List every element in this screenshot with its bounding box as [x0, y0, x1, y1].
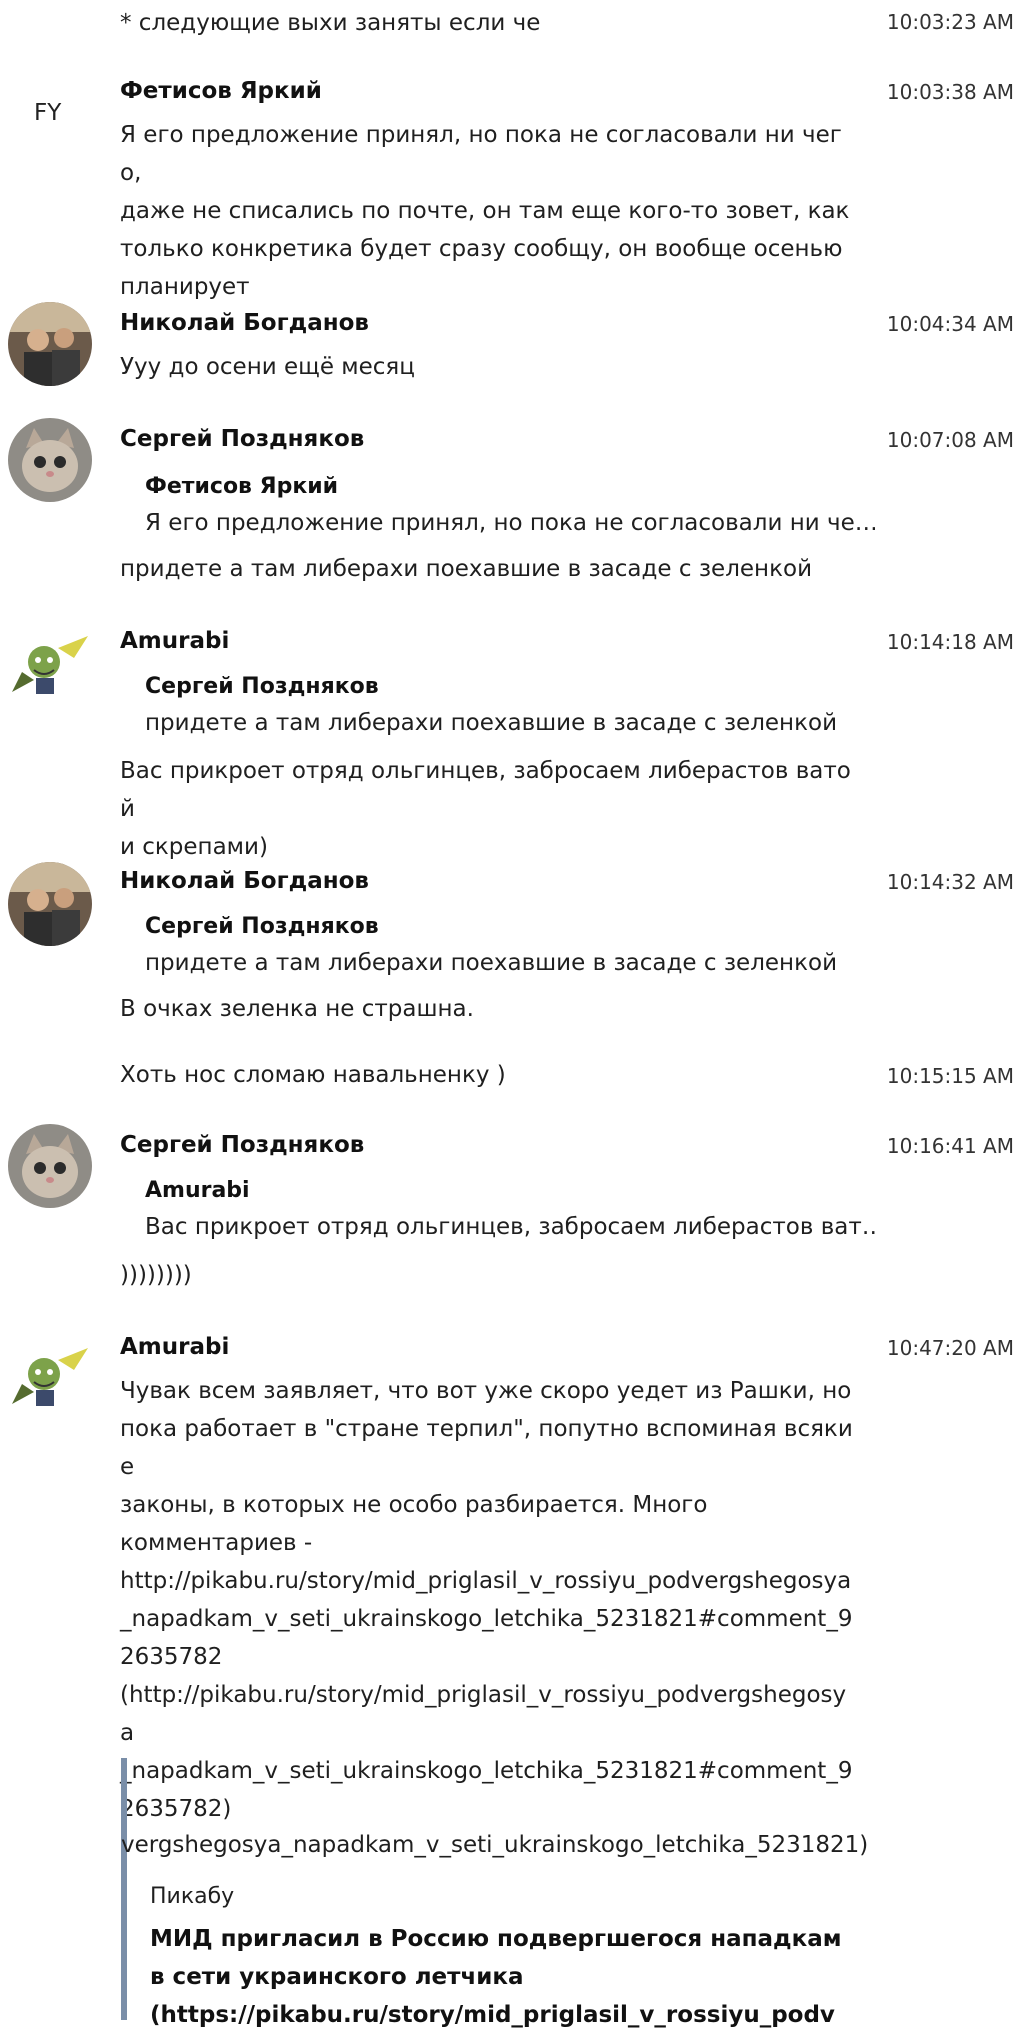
embed-accent-bar: [121, 1758, 127, 2020]
author-name[interactable]: Amurabi: [120, 628, 229, 654]
avatar[interactable]: [8, 622, 92, 706]
author-name[interactable]: Сергей Поздняков: [120, 1132, 364, 1158]
quote-text: придете а там либерахи поехавшие в засад…: [145, 950, 838, 976]
avatar[interactable]: [8, 418, 92, 502]
author-name[interactable]: Сергей Поздняков: [120, 426, 364, 452]
author-name[interactable]: Николай Богданов: [120, 868, 369, 894]
character-icon: [8, 622, 92, 706]
cat-icon: [8, 1124, 92, 1208]
message-text: Ууу до осени ещё месяц: [120, 354, 415, 380]
embed-clipped-url[interactable]: vergshegosya_napadkam_v_seti_ukrainskogo…: [121, 1832, 868, 1858]
message-text: * следующие выхи заняты если че: [120, 10, 541, 36]
message-text: )))))))): [120, 1262, 192, 1288]
message-time: 10:07:08 AM: [886, 428, 1014, 452]
author-name[interactable]: Николай Богданов: [120, 310, 369, 336]
photo-icon: [8, 302, 92, 386]
cat-icon: [8, 418, 92, 502]
quote-author: Amurabi: [145, 1178, 250, 1203]
avatar[interactable]: [8, 1334, 92, 1418]
author-name[interactable]: Amurabi: [120, 1334, 229, 1360]
message-time: 10:16:41 AM: [886, 1134, 1014, 1158]
author-name[interactable]: Фетисов Яркий: [120, 78, 322, 104]
avatar[interactable]: [8, 862, 92, 946]
quote-text: придете а там либерахи поехавшие в засад…: [145, 710, 838, 736]
avatar[interactable]: [8, 302, 92, 386]
quote-text: Я его предложение принял, но пока не сог…: [145, 510, 875, 536]
quote-text: Вас прикроет отряд ольгинцев, забросаем …: [145, 1214, 875, 1240]
quote-author: Фетисов Яркий: [145, 474, 339, 499]
avatar[interactable]: FY: [34, 100, 61, 126]
quote-author: Сергей Поздняков: [145, 674, 379, 699]
message-text: Хоть нос сломаю навальненку ): [120, 1062, 506, 1088]
message-time: 10:14:32 AM: [886, 870, 1014, 894]
message-time: 10:04:34 AM: [886, 312, 1014, 336]
message-time: 10:15:15 AM: [886, 1064, 1014, 1088]
embed-title-link[interactable]: МИД пригласил в Россию подвергшегося нап…: [150, 1920, 1018, 2034]
message-time: 10:03:38 AM: [886, 80, 1014, 104]
message-text: Я его предложение принял, но пока не сог…: [120, 122, 850, 300]
message-time: 10:03:23 AM: [886, 10, 1014, 34]
character-icon: [8, 1334, 92, 1418]
message-time: 10:14:18 AM: [886, 630, 1014, 654]
embed-clipped-link[interactable]: vergshegosya_napadkam_v_seti_ukrainskogo…: [121, 1832, 901, 1872]
embed-site-name: Пикабу: [150, 1884, 235, 1909]
photo-icon: [8, 862, 92, 946]
message-text: В очках зеленка не страшна.: [120, 996, 474, 1022]
message-text: Чувак всем заявляет, что вот уже скоро у…: [120, 1378, 853, 1822]
quote-author: Сергей Поздняков: [145, 914, 379, 939]
message-text: придете а там либерахи поехавшие в засад…: [120, 556, 813, 582]
avatar[interactable]: [8, 1124, 92, 1208]
message-text: Вас прикроет отряд ольгинцев, забросаем …: [120, 758, 851, 860]
message-time: 10:47:20 AM: [886, 1336, 1014, 1360]
